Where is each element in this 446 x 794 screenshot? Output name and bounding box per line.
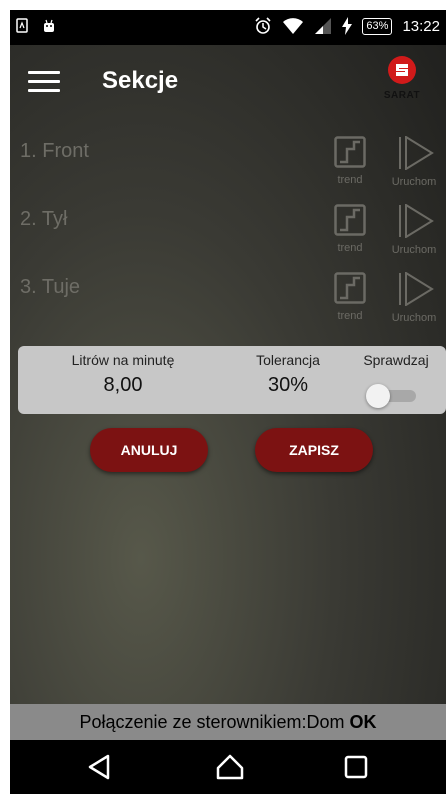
toggle-thumb (366, 384, 390, 408)
trend-label: trend (337, 174, 363, 186)
trend-button[interactable]: trend (328, 136, 372, 188)
trend-button[interactable]: trend (328, 272, 372, 324)
status-right: 63% 13:22 (254, 17, 440, 35)
recents-icon[interactable] (340, 752, 372, 782)
tolerance-column: Tolerancja 30% (238, 346, 338, 397)
sections-list: 1. Front trend Uruchom 2. Tył trend Uruc… (10, 130, 446, 334)
settings-panel: Litrów na minutę 8,00 Tolerancja 30% Spr… (18, 346, 446, 414)
section-row: 1. Front trend Uruchom (10, 130, 446, 198)
flow-column: Litrów na minutę 8,00 (48, 346, 198, 397)
connection-status: OK (349, 712, 377, 732)
section-label[interactable]: 3. Tuje (20, 276, 80, 299)
play-icon (399, 203, 434, 239)
check-toggle[interactable] (366, 384, 418, 408)
battery-percent: 63% (366, 19, 389, 32)
battery-icon: 63% (362, 17, 393, 35)
run-button[interactable]: Uruchom (384, 135, 444, 188)
status-time: 13:22 (402, 17, 440, 35)
navigation-bar (10, 740, 446, 794)
trend-label: trend (337, 242, 363, 254)
flow-value[interactable]: 8,00 (48, 374, 198, 397)
check-column: Sprawdzaj (351, 346, 441, 368)
screen-edge-left (0, 10, 10, 794)
home-icon[interactable] (214, 752, 246, 782)
charging-icon (342, 17, 353, 35)
wifi-icon (282, 17, 304, 35)
connection-status-bar: Połączenie ze sterownikiem:Dom OK (10, 704, 446, 740)
status-left (16, 18, 56, 33)
tolerance-value[interactable]: 30% (238, 374, 338, 397)
run-label: Uruchom (391, 312, 437, 324)
connection-text: Połączenie ze sterownikiem:Dom (79, 712, 350, 732)
play-icon (399, 135, 434, 171)
back-icon[interactable] (84, 752, 116, 782)
signal-icon (314, 17, 332, 35)
trend-icon (334, 204, 366, 236)
alarm-icon (254, 17, 272, 35)
sim-icon (16, 18, 28, 33)
trend-icon (334, 272, 366, 304)
screen-edge-top (0, 0, 446, 10)
section-row: 2. Tył trend Uruchom (10, 198, 446, 266)
trend-label: trend (337, 310, 363, 322)
section-label[interactable]: 1. Front (20, 140, 89, 163)
app-toolbar: Sekcje SARAT (10, 45, 446, 125)
app-screen: 63% 13:22 Sekcje SARAT 1. Front trend Ur… (10, 10, 446, 794)
run-label: Uruchom (391, 244, 437, 256)
cancel-button[interactable]: ANULUJ (90, 428, 208, 472)
menu-icon[interactable] (28, 71, 60, 97)
flow-label: Litrów na minutę (71, 352, 175, 368)
save-button[interactable]: ZAPISZ (255, 428, 373, 472)
logo-text: SARAT (383, 90, 421, 101)
section-label[interactable]: 2. Tył (20, 208, 67, 231)
tolerance-label: Tolerancja (256, 352, 320, 368)
run-button[interactable]: Uruchom (384, 203, 444, 256)
trend-icon (334, 136, 366, 168)
run-button[interactable]: Uruchom (384, 271, 444, 324)
check-label: Sprawdzaj (363, 352, 429, 368)
sarat-logo-icon (388, 56, 416, 84)
run-label: Uruchom (391, 176, 437, 188)
sarat-logo: SARAT (372, 55, 432, 105)
trend-button[interactable]: trend (328, 204, 372, 256)
android-icon (42, 19, 56, 33)
status-bar: 63% 13:22 (10, 10, 446, 45)
page-title: Sekcje (102, 67, 179, 94)
section-row: 3. Tuje trend Uruchom (10, 266, 446, 334)
play-icon (399, 271, 434, 307)
